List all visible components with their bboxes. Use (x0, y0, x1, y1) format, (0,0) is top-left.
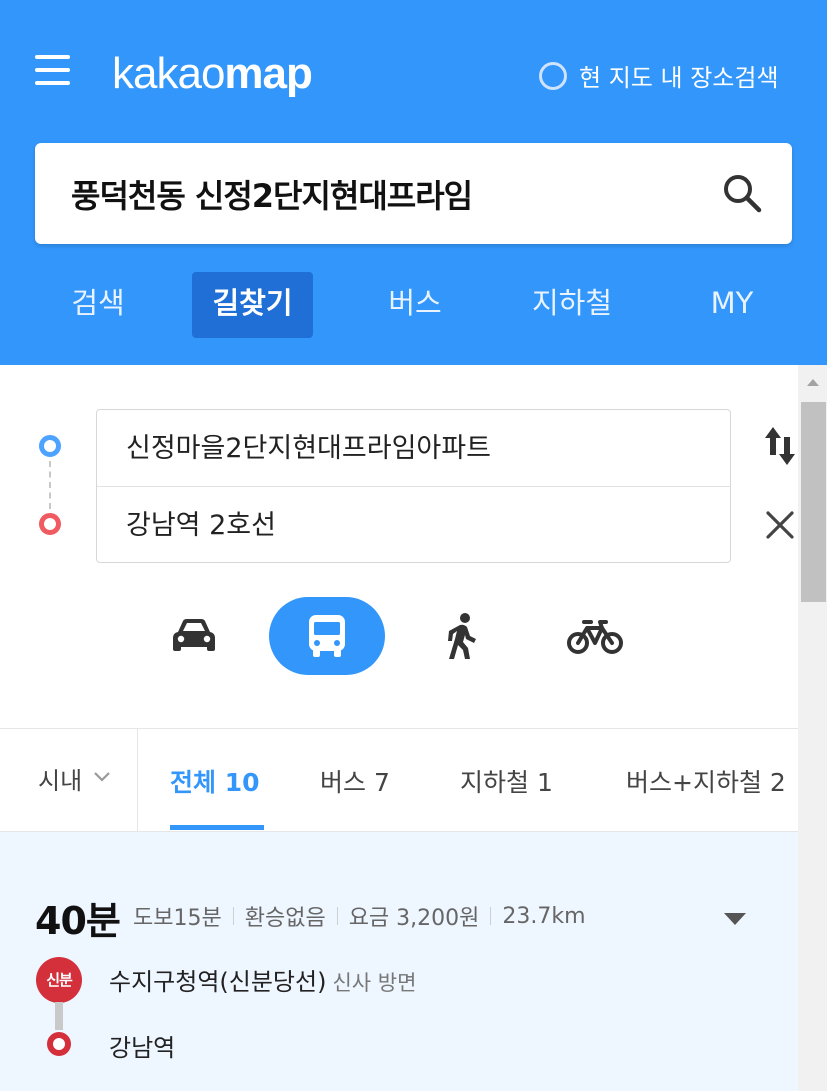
walk-icon (448, 613, 476, 659)
scrollbar[interactable] (798, 365, 827, 1091)
destination-marker-icon (39, 513, 61, 535)
mode-car[interactable] (136, 597, 252, 675)
map-area-search-label: 현 지도 내 장소검색 (579, 64, 779, 92)
tab-my[interactable]: MY (700, 272, 764, 338)
expand-arrow-icon[interactable] (722, 911, 748, 927)
filter-tab-bus-subway[interactable]: 버스+지하철 2 (626, 763, 786, 799)
filter-tab-bus[interactable]: 버스 7 (320, 763, 390, 799)
route-panel: 신정마을2단지현대프라임아파트 강남역 2호선 (0, 365, 798, 728)
travel-time: 40분 (35, 899, 121, 943)
active-tab-indicator (170, 825, 264, 830)
route-result-item[interactable]: 40분 도보15분 환승없음 요금 3,200원 23.7km 신분 수지구청역… (0, 832, 798, 1091)
map-area-search-toggle[interactable]: 현 지도 내 장소검색 (539, 58, 779, 93)
kakaomap-logo[interactable]: kakaomap (112, 48, 313, 100)
close-icon[interactable] (765, 510, 795, 540)
walk-time: 도보15분 (133, 906, 222, 931)
route-connector (49, 461, 51, 509)
start-station-name: 수지구청역(신분당선) (109, 968, 327, 996)
scroll-thumb[interactable] (801, 402, 826, 602)
swap-icon[interactable] (764, 425, 796, 467)
divider (232, 907, 234, 925)
logo-text-kakao: kakao (112, 49, 225, 98)
end-station-marker-icon (47, 1032, 71, 1056)
main-nav-tabs: 검색 길찾기 버스 지하철 MY (0, 272, 827, 340)
region-dropdown[interactable]: 시내 (0, 729, 138, 831)
menu-icon[interactable] (35, 55, 71, 89)
filter-tab-all[interactable]: 전체 10 (170, 763, 260, 799)
fare: 요금 3,200원 (348, 906, 480, 931)
tab-bus[interactable]: 버스 (378, 272, 452, 338)
logo-text-map: map (224, 49, 312, 98)
line-badge: 신분 (36, 957, 82, 1003)
origin-marker-icon (39, 435, 61, 457)
region-label: 시내 (38, 767, 83, 795)
mode-bicycle[interactable] (537, 597, 653, 675)
scroll-up-icon[interactable] (807, 379, 819, 386)
search-icon[interactable] (720, 171, 764, 215)
mode-transit[interactable] (269, 597, 385, 675)
filter-tab-subway[interactable]: 지하철 1 (460, 763, 553, 799)
distance: 23.7km (502, 903, 586, 929)
route-line (55, 1002, 63, 1030)
car-icon (173, 619, 215, 651)
divider (490, 907, 492, 925)
start-station: 수지구청역(신분당선) 신사 방면 (109, 962, 416, 997)
route-summary: 도보15분 환승없음 요금 3,200원 23.7km (133, 900, 586, 932)
destination-input[interactable]: 강남역 2호선 (97, 487, 730, 564)
route-inputs: 신정마을2단지현대프라임아파트 강남역 2호선 (96, 409, 731, 563)
tab-subway[interactable]: 지하철 (524, 272, 620, 338)
result-filter-bar: 시내 전체 10 버스 7 지하철 1 버스+지하철 2 (0, 728, 798, 832)
chevron-down-icon (94, 772, 110, 782)
origin-input[interactable]: 신정마을2단지현대프라임아파트 (97, 410, 730, 487)
end-station: 강남역 (109, 1034, 176, 1062)
tab-search[interactable]: 검색 (62, 272, 134, 338)
transport-modes (0, 597, 798, 677)
divider (336, 907, 338, 925)
bus-icon (309, 615, 345, 657)
tab-directions[interactable]: 길찾기 (192, 272, 313, 338)
transfer-count: 환승없음 (244, 906, 326, 931)
direction: 신사 방면 (332, 971, 417, 995)
search-box[interactable]: 풍덕천동 신정2단지현대프라임 (35, 143, 792, 244)
mode-walk[interactable] (404, 597, 520, 675)
radio-icon[interactable] (539, 61, 567, 90)
search-input[interactable]: 풍덕천동 신정2단지현대프라임 (71, 171, 473, 217)
header: kakaomap 현 지도 내 장소검색 풍덕천동 신정2단지현대프라임 검색 … (0, 0, 827, 365)
bicycle-icon (567, 620, 623, 654)
